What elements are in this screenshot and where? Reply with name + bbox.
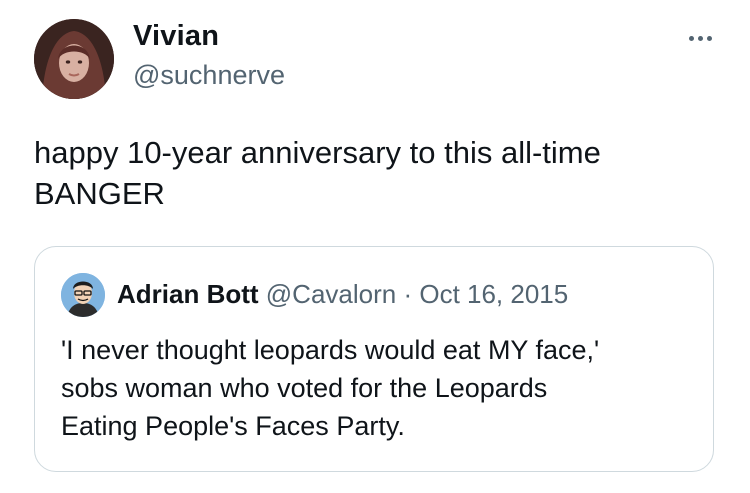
quoted-header: Adrian Bott @Cavalorn · Oct 16, 2015 bbox=[117, 279, 568, 310]
separator-dot: · bbox=[396, 279, 420, 309]
tweet-text: happy 10-year anniversary to this all-ti… bbox=[34, 135, 601, 211]
quoted-author-handle[interactable]: @Cavalorn bbox=[266, 279, 396, 309]
dot bbox=[697, 35, 703, 41]
quoted-tweet[interactable]: Adrian Bott @Cavalorn · Oct 16, 2015 'I … bbox=[34, 246, 714, 472]
more-horizontal-icon[interactable] bbox=[680, 26, 720, 50]
author-avatar[interactable] bbox=[34, 19, 114, 99]
quoted-date[interactable]: Oct 16, 2015 bbox=[419, 279, 568, 309]
tweet-card: Vivian @suchnerve happy 10-year annivers… bbox=[0, 0, 750, 493]
quoted-author-avatar[interactable] bbox=[61, 273, 105, 317]
dot bbox=[688, 35, 694, 41]
author-name[interactable]: Vivian bbox=[133, 20, 219, 53]
avatar-image bbox=[34, 19, 114, 99]
quoted-tweet-text: 'I never thought leopards would eat MY f… bbox=[61, 335, 600, 441]
quoted-avatar-image bbox=[61, 273, 105, 317]
dot bbox=[706, 35, 712, 41]
author-handle[interactable]: @suchnerve bbox=[133, 60, 285, 91]
quoted-author-name[interactable]: Adrian Bott bbox=[117, 279, 259, 309]
